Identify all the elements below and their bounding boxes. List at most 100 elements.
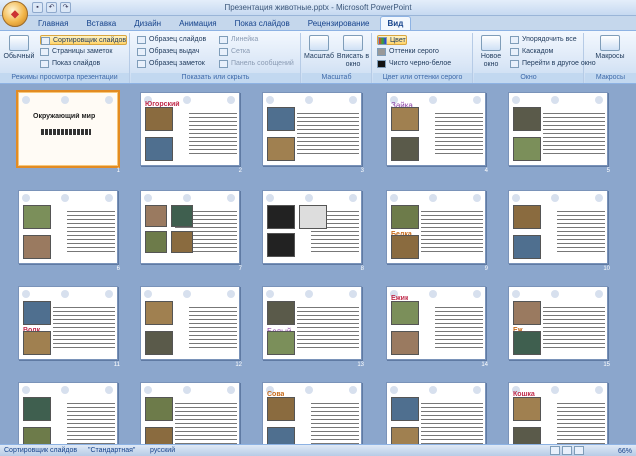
new-window-button[interactable]: Новое окно <box>474 35 508 69</box>
tab-animation[interactable]: Анимация <box>171 16 225 31</box>
slide-placeholder-icon <box>473 386 481 394</box>
slide-thumbnail[interactable]: Волк <box>18 286 118 360</box>
slide-sorter-button[interactable]: Сортировщик слайдов <box>40 35 128 45</box>
slide-text-block <box>297 305 359 349</box>
slide-thumbnail[interactable]: Ёж <box>508 286 608 360</box>
slide-text-block <box>421 401 483 444</box>
slide-placeholder-icon <box>22 194 30 202</box>
office-button[interactable]: ◆ <box>2 1 28 27</box>
slideshow-label: Показ слайдов <box>52 60 101 67</box>
arrange-all-button[interactable]: Упорядочить все <box>510 35 577 45</box>
slide-thumbnail[interactable]: Окружающий мир <box>16 90 120 168</box>
slide-placeholder-icon <box>22 386 30 394</box>
group-color-grayscale: Цвет Оттенки серого Чисто черно-белое Цв… <box>373 33 473 83</box>
slide-thumbnail[interactable] <box>508 92 608 166</box>
cascade-icon <box>510 48 519 56</box>
slide-picture <box>391 107 419 131</box>
slide-thumbnail[interactable]: Белка <box>386 190 486 264</box>
slide-placeholder-icon <box>22 96 30 104</box>
slide-text-block <box>543 111 605 155</box>
slide-placeholder-icon <box>105 96 113 104</box>
status-view: Сортировщик слайдов <box>4 447 78 454</box>
handout-master-button[interactable]: Образец выдач <box>137 47 199 57</box>
slide-number: 11 <box>113 362 120 368</box>
slide-placeholder-icon <box>61 194 69 202</box>
slide-picture <box>267 397 295 421</box>
slide-picture <box>23 427 51 444</box>
tab-review[interactable]: Рецензирование <box>300 16 378 31</box>
slide-thumbnail[interactable] <box>262 92 362 166</box>
slide-sorter-view-icon[interactable] <box>562 446 572 455</box>
slide-thumbnail[interactable] <box>140 286 240 360</box>
group-window: Новое окно Упорядочить все Каскадом Пере… <box>474 33 596 83</box>
new-window-icon <box>481 35 501 51</box>
save-icon[interactable]: ▪ <box>32 2 43 13</box>
tab-view[interactable]: Вид <box>379 16 412 31</box>
black-white-button[interactable]: Чисто черно-белое <box>377 59 451 69</box>
cascade-button[interactable]: Каскадом <box>510 47 553 57</box>
new-window-label: Новое окно <box>480 53 502 68</box>
slide-master-button[interactable]: Образец слайдов <box>137 35 206 45</box>
slide-placeholder-icon <box>266 96 274 104</box>
switch-window-button[interactable]: Перейти в другое окно <box>510 59 596 69</box>
slide-thumbnail[interactable] <box>140 190 240 264</box>
fit-window-button[interactable]: Вписать в окно <box>336 35 370 69</box>
zoom-level[interactable]: 66% <box>586 446 632 455</box>
message-bar-checkbox[interactable]: Панель сообщений <box>219 59 294 69</box>
tab-design[interactable]: Дизайн <box>126 16 169 31</box>
slide-number: 6 <box>116 266 120 272</box>
macros-button[interactable]: Макросы <box>593 35 627 61</box>
slide-placeholder-icon <box>595 290 603 298</box>
slide-thumbnail[interactable] <box>386 382 486 444</box>
slide-thumbnail[interactable] <box>508 190 608 264</box>
slide-placeholder-icon <box>512 96 520 104</box>
normal-view-button[interactable]: Обычный <box>2 35 36 61</box>
ruler-checkbox[interactable]: Линейка <box>219 35 258 45</box>
slide-picture <box>267 233 295 257</box>
slide-thumbnail[interactable]: Ёжик <box>386 286 486 360</box>
normal-view-icon[interactable] <box>550 446 560 455</box>
slide-master-label: Образец слайдов <box>149 36 207 43</box>
slide-placeholder-icon <box>266 290 274 298</box>
slide-placeholder-icon <box>227 96 235 104</box>
color-icon <box>378 37 387 45</box>
notes-page-button[interactable]: Страницы заметок <box>40 47 112 57</box>
color-button[interactable]: Цвет <box>377 35 407 45</box>
tab-insert[interactable]: Вставка <box>78 16 124 31</box>
tab-slideshow[interactable]: Показ слайдов <box>227 16 298 31</box>
grid-checkbox[interactable]: Сетка <box>219 47 250 57</box>
grayscale-button[interactable]: Оттенки серого <box>377 47 439 57</box>
ribbon-tabs: Главная Вставка Дизайн Анимация Показ сл… <box>30 16 412 31</box>
slide-picture <box>145 205 167 227</box>
zoom-button[interactable]: Масштаб <box>302 35 336 61</box>
slide-thumbnail[interactable] <box>140 382 240 444</box>
slide-thumbnail[interactable]: Югорский <box>140 92 240 166</box>
checkbox-icon <box>219 60 228 68</box>
slide-thumbnail[interactable]: Кошка <box>508 382 608 444</box>
arrange-icon <box>510 36 519 44</box>
slide-number: 5 <box>606 168 610 174</box>
undo-icon[interactable]: ↶ <box>46 2 57 13</box>
slide-thumbnail[interactable]: Зайка <box>386 92 486 166</box>
slide-placeholder-icon <box>551 290 559 298</box>
slide-thumbnail[interactable] <box>18 382 118 444</box>
slideshow-button[interactable]: Показ слайдов <box>40 59 100 69</box>
checkbox-icon <box>219 48 228 56</box>
tab-home[interactable]: Главная <box>30 16 76 31</box>
slide-thumbnail[interactable] <box>262 190 362 264</box>
slide-thumbnail[interactable]: Белый <box>262 286 362 360</box>
slide-picture <box>145 331 173 355</box>
slide-thumbnail[interactable]: Сова <box>262 382 362 444</box>
fit-window-label: Вписать в окно <box>336 53 370 68</box>
slide-text-block <box>53 305 115 349</box>
slide-thumbnail[interactable] <box>18 190 118 264</box>
slide-placeholder-icon <box>61 386 69 394</box>
slide-picture <box>391 235 419 259</box>
black-white-icon <box>377 60 386 68</box>
slideshow-view-icon[interactable] <box>574 446 584 455</box>
slide-placeholder-icon <box>144 290 152 298</box>
notes-master-button[interactable]: Образец заметок <box>137 59 205 69</box>
slide-placeholder-icon <box>429 386 437 394</box>
redo-icon[interactable]: ↷ <box>60 2 71 13</box>
slide-picture <box>23 205 51 229</box>
